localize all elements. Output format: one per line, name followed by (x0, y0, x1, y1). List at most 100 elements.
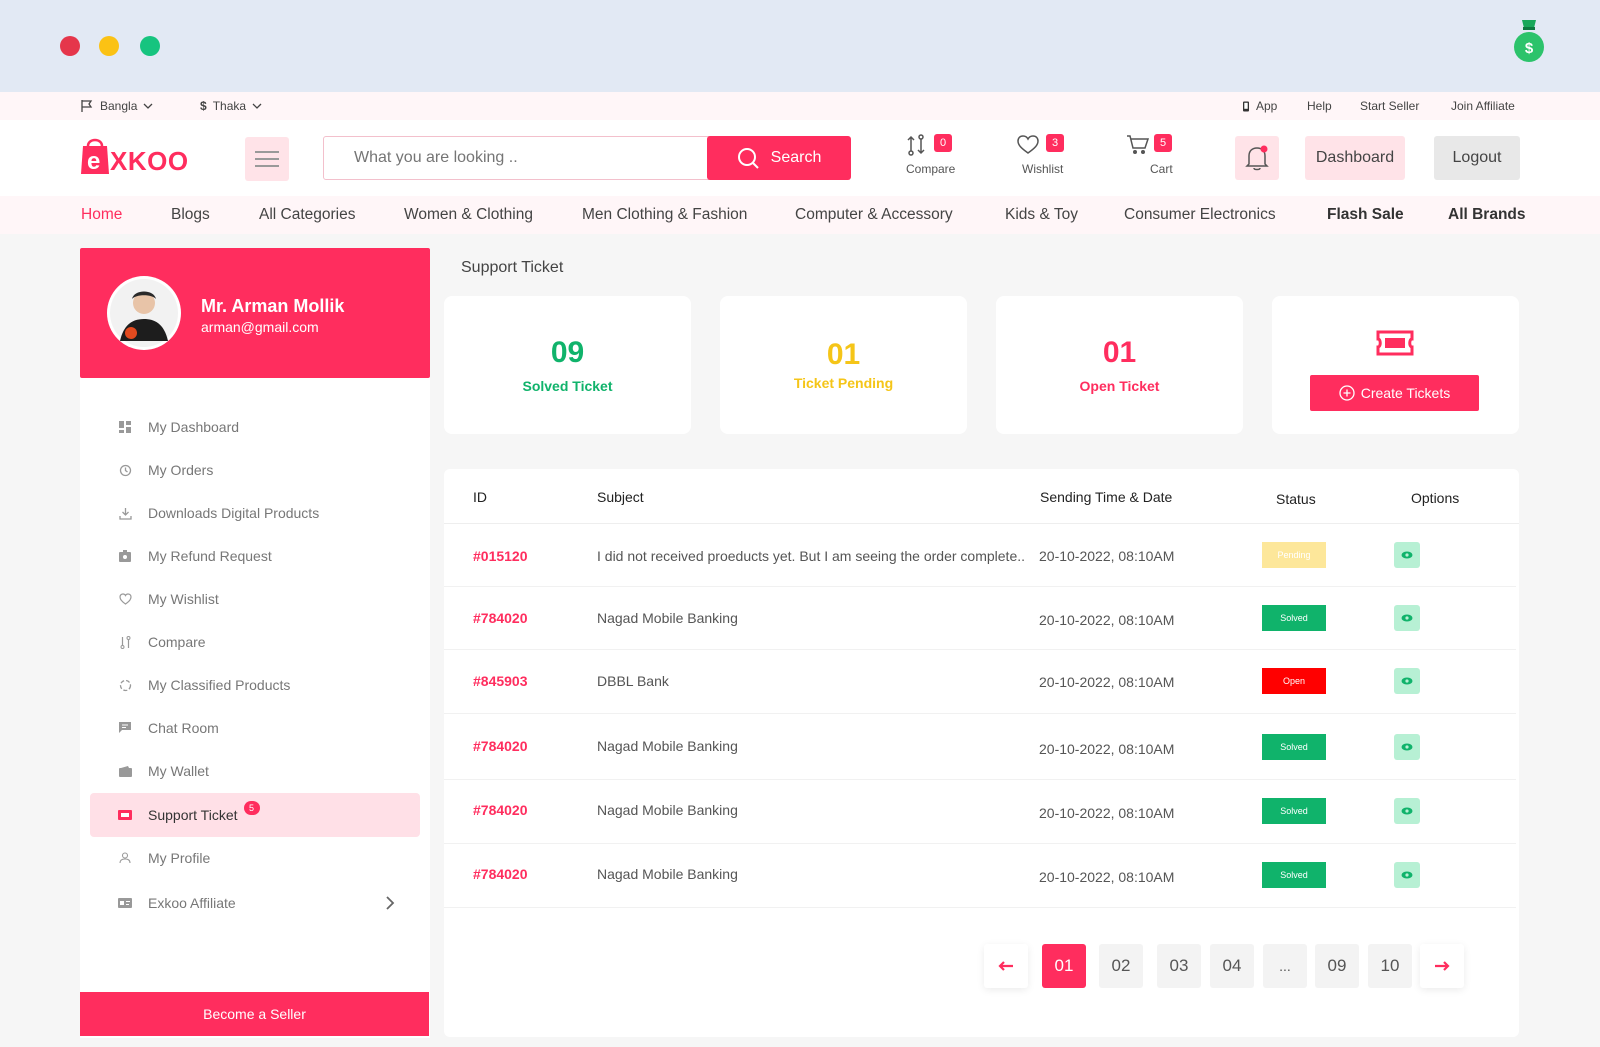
page-button[interactable]: 04 (1210, 944, 1254, 988)
table-row: #015120 I did not received proeducts yet… (444, 524, 1516, 587)
open-ticket-card: 01 Open Ticket (996, 296, 1243, 434)
nav-flash-sale[interactable]: Flash Sale (1327, 206, 1404, 224)
ticket-subject: Nagad Mobile Banking (597, 738, 738, 754)
nav-men-clothing[interactable]: Men Clothing & Fashion (582, 206, 747, 224)
join-affiliate-link[interactable]: Join Affiliate (1451, 99, 1515, 113)
become-seller-button[interactable]: Become a Seller (80, 992, 429, 1036)
ticket-id[interactable]: #784020 (473, 866, 528, 882)
cart-link[interactable]: 5 Cart (1124, 132, 1180, 182)
view-ticket-button[interactable] (1394, 862, 1420, 888)
status-badge: Pending (1262, 542, 1326, 568)
status-badge: Open (1262, 668, 1326, 694)
sidebar-item-compare[interactable]: Compare (90, 620, 420, 664)
sidebar-item-support-ticket[interactable]: Support Ticket 5 (90, 793, 420, 837)
nav-kids-toy[interactable]: Kids & Toy (1005, 206, 1078, 224)
join-affiliate-label: Join Affiliate (1451, 99, 1515, 113)
sidebar-item-my-profile[interactable]: My Profile (90, 836, 420, 880)
ticket-icon (118, 808, 132, 822)
ticket-subject: Nagad Mobile Banking (597, 802, 738, 818)
nav-computer-accessory[interactable]: Computer & Accessory (795, 206, 953, 224)
nav-consumer-electronics[interactable]: Consumer Electronics (1124, 206, 1276, 224)
open-ticket-count: 01 (1102, 336, 1137, 369)
sidebar-item-refund[interactable]: My Refund Request (90, 534, 420, 578)
heart-icon (1017, 135, 1039, 154)
wishlist-link[interactable]: 3 Wishlist (1014, 132, 1074, 182)
page-button[interactable]: 10 (1368, 944, 1412, 988)
ticket-id[interactable]: #784020 (473, 802, 528, 818)
ticket-id[interactable]: #845903 (473, 673, 528, 689)
table-row: #784020 Nagad Mobile Banking 20-10-2022,… (444, 780, 1516, 844)
cart-icon (1127, 135, 1150, 154)
start-seller-link[interactable]: Start Seller (1360, 99, 1419, 113)
nav-women-clothing[interactable]: Women & Clothing (404, 206, 533, 224)
nav-home[interactable]: Home (81, 206, 122, 224)
column-header-status: Status (1276, 491, 1316, 507)
view-ticket-button[interactable] (1394, 605, 1420, 631)
nav-all-brands[interactable]: All Brands (1448, 206, 1526, 224)
phone-icon (1243, 101, 1249, 111)
profile-card: Mr. Arman Mollik arman@gmail.com (80, 248, 430, 378)
eye-icon (1401, 743, 1413, 751)
page-button[interactable]: 01 (1042, 944, 1086, 988)
create-tickets-label: Create Tickets (1360, 385, 1451, 401)
eye-icon (1401, 614, 1413, 622)
support-ticket-count-badge: 5 (243, 801, 260, 815)
view-ticket-button[interactable] (1394, 668, 1420, 694)
nav-all-categories[interactable]: All Categories (259, 206, 356, 224)
page-button[interactable]: 03 (1157, 944, 1201, 988)
chevron-down-icon (143, 103, 153, 109)
notification-button[interactable] (1235, 136, 1279, 180)
currency-selector[interactable]: $ Thaka (200, 99, 262, 113)
ticket-id[interactable]: #784020 (473, 610, 528, 626)
wishlist-count-badge: 3 (1046, 134, 1064, 152)
sidebar-item-affiliate[interactable]: Exkoo Affiliate (90, 881, 420, 925)
column-header-options: Options (1411, 490, 1460, 506)
eye-icon (1401, 677, 1413, 685)
chevron-down-icon (252, 103, 262, 109)
view-ticket-button[interactable] (1394, 542, 1420, 568)
page-button[interactable]: 02 (1099, 944, 1143, 988)
view-ticket-button[interactable] (1394, 734, 1420, 760)
search-button[interactable]: Search (707, 136, 851, 180)
dollar-icon: $ (200, 99, 207, 113)
language-selector[interactable]: Bangla (80, 99, 153, 113)
logout-button[interactable]: Logout (1434, 136, 1520, 180)
search-button-label: Search (770, 149, 822, 166)
brand-logo[interactable]: e XKOO (80, 134, 190, 178)
status-badge: Solved (1262, 734, 1326, 760)
dashboard-button[interactable]: Dashboard (1305, 136, 1405, 180)
create-tickets-button[interactable]: Create Tickets (1310, 375, 1479, 411)
pending-ticket-label: Ticket Pending (793, 375, 894, 391)
sidebar-item-my-dashboard[interactable]: My Dashboard (90, 405, 420, 449)
sidebar-item-wishlist[interactable]: My Wishlist (90, 577, 420, 621)
wallet-icon (118, 764, 132, 778)
sidebar-item-label: Support Ticket (148, 807, 238, 823)
sidebar-item-chat-room[interactable]: Chat Room (90, 706, 420, 750)
ticket-date: 20-10-2022, 08:10AM (1039, 612, 1175, 628)
sidebar-item-my-orders[interactable]: My Orders (90, 448, 420, 492)
classified-icon (118, 678, 132, 692)
sidebar-item-wallet[interactable]: My Wallet (90, 749, 420, 793)
download-icon (118, 506, 132, 520)
compare-link[interactable]: 0 Compare (900, 132, 964, 182)
create-ticket-card: Create Tickets (1272, 296, 1519, 434)
page-button[interactable]: 09 (1315, 944, 1359, 988)
next-page-button[interactable] (1420, 944, 1464, 988)
ticket-id[interactable]: #784020 (473, 738, 528, 754)
avatar[interactable] (107, 276, 181, 350)
user-icon (118, 851, 132, 865)
app-link[interactable]: App (1242, 99, 1277, 113)
previous-page-button[interactable] (984, 944, 1028, 988)
search-input[interactable] (324, 137, 706, 179)
close-window-button[interactable] (60, 36, 80, 56)
maximize-window-button[interactable] (140, 36, 160, 56)
sidebar-item-downloads[interactable]: Downloads Digital Products (90, 491, 420, 535)
sidebar-item-classified[interactable]: My Classified Products (90, 663, 420, 707)
help-link[interactable]: Help (1307, 99, 1332, 113)
ticket-id[interactable]: #015120 (473, 548, 528, 564)
hamburger-menu-button[interactable] (245, 137, 289, 181)
nav-blogs[interactable]: Blogs (171, 206, 210, 224)
minimize-window-button[interactable] (99, 36, 119, 56)
pending-ticket-count: 01 (826, 338, 861, 371)
view-ticket-button[interactable] (1394, 798, 1420, 824)
